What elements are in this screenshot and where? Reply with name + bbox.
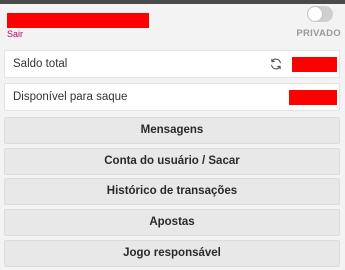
withdrawable-balance-value-redacted: [289, 90, 337, 105]
total-balance-row: Saldo total: [4, 50, 340, 78]
total-balance-label: Saldo total: [13, 58, 68, 70]
private-label: PRIVADO: [296, 28, 341, 39]
account-header: Sair PRIVADO: [0, 4, 345, 46]
logout-link[interactable]: Sair: [7, 29, 23, 39]
withdrawable-balance-row: Disponível para saque: [4, 83, 340, 111]
responsible-gaming-button[interactable]: Jogo responsável: [4, 240, 340, 267]
private-toggle[interactable]: [307, 6, 333, 22]
total-balance-value-redacted: [292, 57, 337, 72]
refresh-icon[interactable]: [269, 57, 283, 71]
messages-button[interactable]: Mensagens: [4, 117, 340, 144]
transaction-history-button[interactable]: Histórico de transações: [4, 178, 340, 205]
user-account-withdraw-button[interactable]: Conta do usuário / Sacar: [4, 148, 340, 175]
bets-button[interactable]: Apostas: [4, 209, 340, 236]
withdrawable-balance-label: Disponível para saque: [13, 91, 128, 103]
username-redacted: [7, 13, 149, 28]
private-toggle-knob: [308, 7, 322, 21]
